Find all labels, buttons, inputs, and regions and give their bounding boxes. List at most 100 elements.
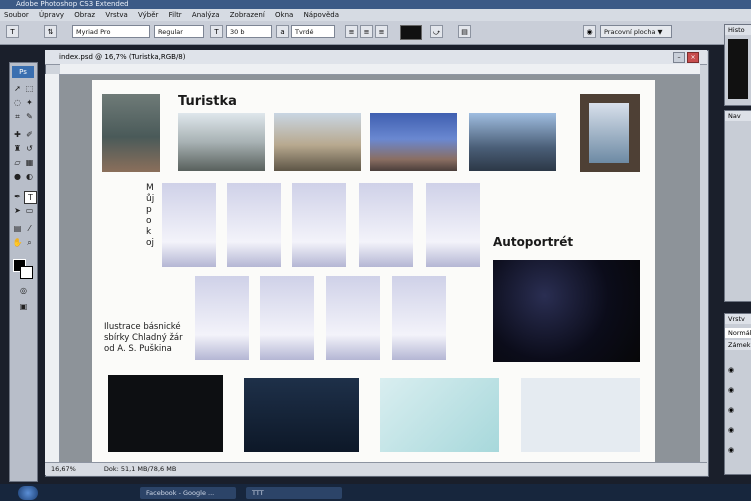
zoom-level[interactable]: 16,67% [45, 465, 76, 473]
vertical-ruler [45, 74, 60, 464]
text-color-swatch[interactable] [400, 25, 422, 40]
photo-ilustrace-3 [326, 276, 380, 360]
heading-turistka: Turistka [178, 94, 237, 109]
document-title: index.psd @ 16,7% (Turistka,RGB/8) [59, 53, 186, 61]
options-bar: T ⇅ Myriad Pro Regular T 30 b a Tvrdé ≡ … [0, 21, 751, 45]
taskbar-item-ttt[interactable]: TTT [246, 487, 342, 499]
photo-bottom-3 [380, 378, 499, 452]
hand-tool-icon[interactable]: ✋ [12, 237, 23, 248]
photo-turistka-2 [178, 113, 265, 171]
photo-pokoj-4 [359, 183, 413, 267]
photo-ilustrace-2 [260, 276, 314, 360]
status-bar: 16,67% Dok: 51,1 MB/78,6 MB [45, 462, 707, 475]
photo-turistka-6-doorway [589, 103, 629, 163]
eye-icon[interactable]: ◉ [728, 446, 736, 454]
workspace-button[interactable]: Pracovní plocha ▼ [600, 25, 672, 38]
close-icon[interactable]: × [687, 52, 699, 63]
warp-text-icon[interactable]: ⤻ [430, 25, 443, 38]
path-selection-icon[interactable]: ➤ [12, 205, 23, 216]
brush-tool-icon[interactable]: ✐ [24, 129, 35, 140]
menu-soubor[interactable]: Soubor [0, 9, 33, 21]
magic-wand-icon[interactable]: ✦ [24, 97, 35, 108]
blur-tool-icon[interactable]: ● [12, 171, 23, 182]
font-family-select[interactable]: Myriad Pro [72, 25, 150, 38]
toolbox: Ps ➚ ⬚ ◌ ✦ ⌗ ✎ ✚ ✐ ♜ ↺ ▱ ▦ ● ◐ ✒ T ➤ ▭ ▤… [9, 62, 38, 482]
photo-turistka-1 [102, 94, 160, 172]
slice-tool-icon[interactable]: ✎ [24, 111, 35, 122]
app-title: Adobe Photoshop CS3 Extended [16, 0, 129, 8]
heading-muj-pokoj: Můj pokoj [146, 183, 155, 248]
lasso-tool-icon[interactable]: ◌ [12, 97, 23, 108]
photo-bottom-4 [521, 378, 640, 452]
antialias-icon: a [276, 25, 289, 38]
eye-icon[interactable]: ◉ [728, 386, 736, 394]
photo-pokoj-2 [227, 183, 281, 267]
menu-vyber[interactable]: Výběr [134, 9, 162, 21]
marquee-tool-icon[interactable]: ⬚ [24, 83, 35, 94]
dodge-tool-icon[interactable]: ◐ [24, 171, 35, 182]
eye-icon[interactable]: ◉ [728, 366, 736, 374]
orientation-icon[interactable]: ⇅ [44, 25, 57, 38]
navigator-tab[interactable]: Nav [725, 111, 751, 121]
eraser-tool-icon[interactable]: ▱ [12, 157, 23, 168]
quick-mask-icon[interactable]: ◎ [18, 285, 29, 296]
photo-turistka-5 [469, 113, 556, 171]
photo-autoportret [493, 260, 640, 362]
document-tab[interactable]: index.psd @ 16,7% (Turistka,RGB/8) – × [45, 50, 707, 65]
photo-bottom-2 [244, 378, 359, 452]
menu-zobrazeni[interactable]: Zobrazení [226, 9, 269, 21]
shape-tool-icon[interactable]: ▭ [24, 205, 35, 216]
menu-okna[interactable]: Okna [271, 9, 297, 21]
photo-bottom-1 [108, 375, 223, 452]
photo-pokoj-3 [292, 183, 346, 267]
align-left-icon[interactable]: ≡ [345, 25, 358, 38]
pen-tool-icon[interactable]: ✒ [12, 191, 23, 202]
photo-ilustrace-4 [392, 276, 446, 360]
artboard[interactable]: Turistka Můj pokoj Autoportrét Ilustrace… [92, 80, 655, 469]
histogram-panel: Histo [724, 24, 751, 106]
menu-analyza[interactable]: Analýza [188, 9, 224, 21]
title-bar: Adobe Photoshop CS3 Extended [0, 0, 751, 9]
history-brush-icon[interactable]: ↺ [24, 143, 35, 154]
histogram-tab[interactable]: Histo [725, 25, 751, 35]
bridge-icon[interactable]: ◉ [583, 25, 596, 38]
zoom-tool-icon[interactable]: ⌕ [24, 237, 35, 248]
gradient-tool-icon[interactable]: ▦ [24, 157, 35, 168]
layers-panel: Vrstv Normál Zámek: ◉ ◉ ◉ ◉ ◉ [724, 313, 751, 475]
layers-tab[interactable]: Vrstv [725, 314, 751, 324]
ps-logo-icon[interactable]: Ps [12, 66, 34, 78]
menu-filtr[interactable]: Filtr [165, 9, 186, 21]
heading-autoportret: Autoportrét [493, 235, 574, 249]
menu-napoveda[interactable]: Nápověda [300, 9, 343, 21]
minimize-icon[interactable]: – [673, 52, 685, 63]
align-right-icon[interactable]: ≡ [375, 25, 388, 38]
eye-icon[interactable]: ◉ [728, 406, 736, 414]
crop-tool-icon[interactable]: ⌗ [12, 111, 23, 122]
screen-mode-icon[interactable]: ▣ [18, 301, 29, 312]
eyedropper-icon[interactable]: ⁄ [24, 223, 35, 234]
type-tool-icon[interactable]: T [6, 25, 19, 38]
menu-vrstva[interactable]: Vrstva [101, 9, 132, 21]
clone-stamp-icon[interactable]: ♜ [12, 143, 23, 154]
eye-icon[interactable]: ◉ [728, 426, 736, 434]
character-panel-icon[interactable]: ▤ [458, 25, 471, 38]
menu-upravy[interactable]: Úpravy [35, 9, 68, 21]
font-size-select[interactable]: 30 b [226, 25, 272, 38]
type-tool-icon-active[interactable]: T [24, 191, 37, 204]
taskbar [0, 484, 751, 501]
photo-pokoj-5 [426, 183, 480, 267]
font-style-select[interactable]: Regular [154, 25, 204, 38]
histogram-graph [728, 39, 748, 99]
background-color-swatch[interactable] [20, 266, 33, 279]
healing-brush-icon[interactable]: ✚ [12, 129, 23, 140]
antialias-select[interactable]: Tvrdé [291, 25, 335, 38]
document-size[interactable]: Dok: 51,1 MB/78,6 MB [78, 465, 176, 473]
align-center-icon[interactable]: ≡ [360, 25, 373, 38]
photo-turistka-4 [370, 113, 457, 171]
notes-tool-icon[interactable]: ▤ [12, 223, 23, 234]
move-tool-icon[interactable]: ➚ [12, 83, 23, 94]
taskbar-item-facebook[interactable]: Facebook - Google ... [140, 487, 236, 499]
blend-mode-select[interactable]: Normál [725, 328, 751, 338]
menu-obraz[interactable]: Obraz [70, 9, 99, 21]
start-button-icon[interactable] [18, 486, 38, 500]
